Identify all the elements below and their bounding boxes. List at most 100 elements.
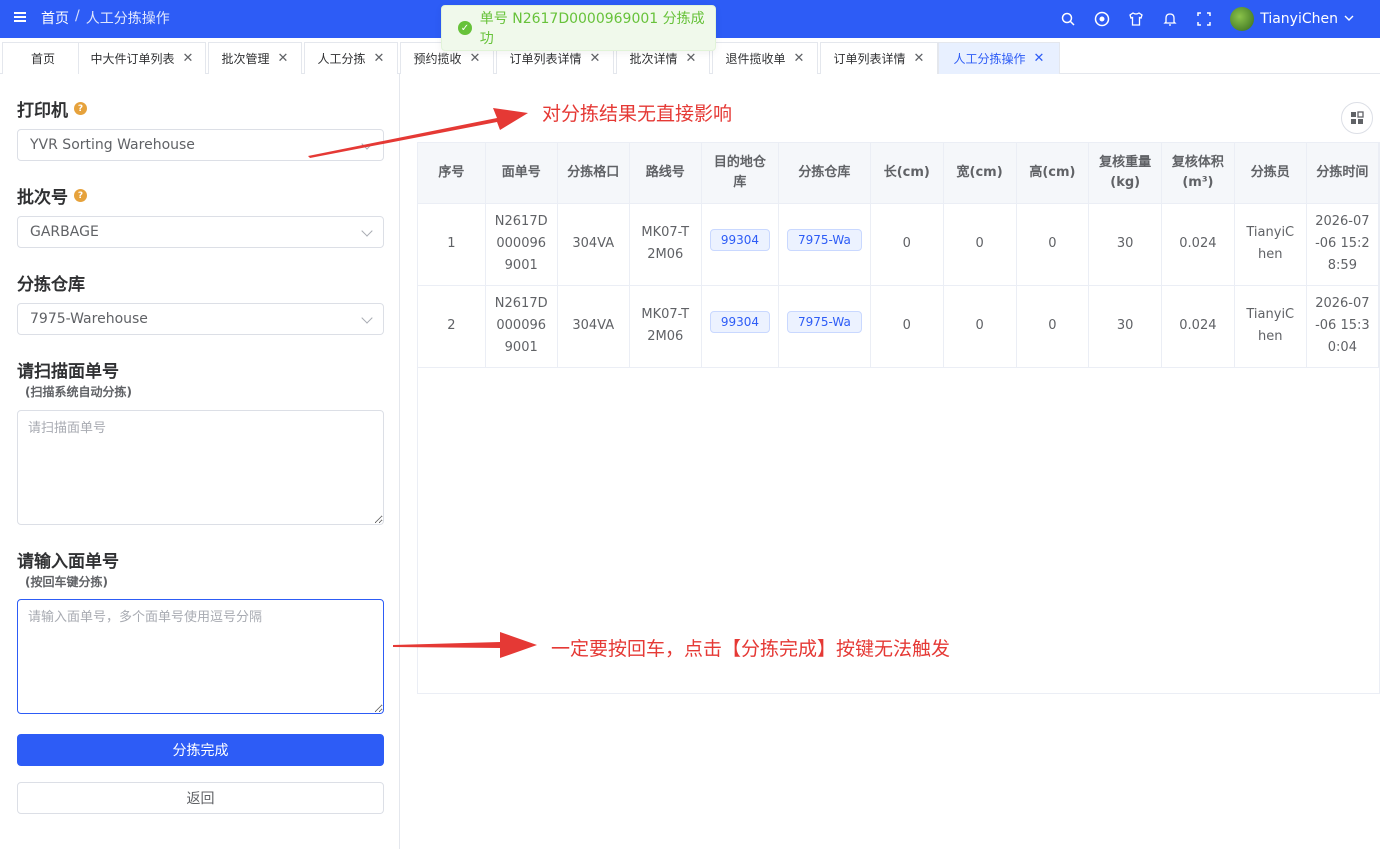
sort-complete-button[interactable]: 分拣完成	[17, 734, 384, 766]
sort-result-table: 序号 面单号 分拣格口 路线号 目的地仓库 分拣仓库 长(cm) 宽(cm) 高…	[417, 142, 1380, 694]
close-icon[interactable]: ✕	[183, 51, 194, 66]
column-settings-icon[interactable]	[1341, 102, 1373, 134]
column-header: 分拣时间	[1306, 143, 1379, 204]
batch-label: 批次号 ?	[17, 183, 87, 208]
waybill-input[interactable]	[17, 599, 384, 714]
annotation-note-1: 对分拣结果无直接影响	[542, 103, 733, 125]
tab-label: 预约揽收	[413, 52, 462, 66]
warehouse-value: 7975-Warehouse	[30, 311, 148, 327]
cell-route: MK07-T2M06	[629, 285, 702, 368]
warehouse-tag: 7975-Wa	[787, 311, 862, 333]
dest-tag: 99304	[709, 311, 770, 333]
theme-shirt-icon[interactable]	[1128, 11, 1144, 27]
warehouse-tag: 7975-Wa	[787, 229, 862, 251]
tab-label: 批次详情	[629, 52, 678, 66]
fullscreen-icon[interactable]	[1196, 11, 1212, 27]
column-header: 序号	[418, 143, 486, 204]
tab-label: 批次管理	[221, 52, 270, 66]
breadcrumb: 首页 / 人工分拣操作	[41, 8, 170, 28]
cell-sorter: TianyiChen	[1234, 285, 1307, 368]
printer-select[interactable]: YVR Sorting Warehouse	[17, 129, 384, 161]
cell-height: 0	[1016, 285, 1090, 368]
tab-label: 人工分拣	[317, 52, 366, 66]
column-header: 长(cm)	[870, 143, 944, 204]
scan-label: 请扫描面单号	[17, 362, 119, 382]
tab-manual-sort[interactable]: 人工分拣 ✕	[304, 42, 398, 74]
bell-icon[interactable]	[1162, 11, 1178, 27]
column-header-volume: 复核体积 (m³)	[1161, 143, 1235, 204]
close-icon[interactable]: ✕	[1034, 51, 1045, 66]
close-icon[interactable]: ✕	[278, 51, 289, 66]
warehouse-select[interactable]: 7975-Warehouse	[17, 303, 384, 335]
chevron-down-icon	[361, 225, 373, 237]
cell-warehouse: 7975-Wa	[778, 285, 871, 368]
warehouse-label-text: 分拣仓库	[17, 275, 85, 295]
column-header: 高(cm)	[1016, 143, 1090, 204]
chevron-down-icon	[361, 312, 373, 324]
github-icon[interactable]	[1094, 11, 1110, 27]
dest-tag: 99304	[709, 229, 770, 251]
cell-weight: 30	[1088, 285, 1163, 368]
cell-route: MK07-T2M06	[629, 203, 702, 286]
search-icon[interactable]	[1060, 11, 1076, 27]
batch-select[interactable]: GARBAGE	[17, 216, 384, 248]
close-icon[interactable]: ✕	[686, 51, 697, 66]
tab-label: 订单列表详情	[509, 52, 582, 66]
tab-label: 首页	[30, 52, 55, 66]
cell-index: 1	[418, 203, 486, 286]
tab-return-pickup[interactable]: 退件揽收单 ✕	[712, 42, 818, 74]
scan-waybill-input[interactable]	[17, 410, 384, 525]
printer-label: 打印机 ?	[17, 96, 87, 121]
question-icon[interactable]: ?	[74, 189, 87, 202]
cell-waybill: N2617D0000969001	[485, 203, 558, 286]
close-icon[interactable]: ✕	[914, 51, 925, 66]
tab-batch-management[interactable]: 批次管理 ✕	[208, 42, 302, 74]
close-icon[interactable]: ✕	[590, 51, 601, 66]
column-header: 分拣仓库	[778, 143, 871, 204]
breadcrumb-current: 人工分拣操作	[85, 11, 170, 27]
breadcrumb-home[interactable]: 首页	[41, 8, 69, 28]
cell-index: 2	[418, 285, 486, 368]
column-header: 路线号	[629, 143, 702, 204]
back-button[interactable]: 返回	[17, 782, 384, 814]
batch-value: GARBAGE	[30, 224, 99, 240]
cell-slot: 304VA	[557, 203, 630, 286]
breadcrumb-separator: /	[75, 8, 80, 24]
user-menu[interactable]: TianyiChen	[1230, 7, 1354, 31]
success-toast: ✓ 单号 N2617D0000969001 分拣成功	[441, 5, 716, 51]
cell-waybill: N2617D0000969001	[485, 285, 558, 368]
warehouse-label: 分拣仓库	[17, 270, 85, 295]
question-icon[interactable]: ?	[74, 102, 87, 115]
cell-weight: 30	[1088, 203, 1163, 286]
printer-value: YVR Sorting Warehouse	[30, 137, 195, 153]
close-icon[interactable]: ✕	[470, 51, 481, 66]
close-icon[interactable]: ✕	[374, 51, 385, 66]
cell-volume: 0.024	[1161, 203, 1235, 286]
volume-unit: (m³)	[1182, 174, 1214, 190]
column-header: 目的地仓库	[701, 143, 780, 204]
cell-slot: 304VA	[557, 285, 630, 368]
tab-large-order-list[interactable]: 中大件订单列表 ✕	[78, 42, 206, 74]
cell-dest: 99304	[701, 203, 780, 286]
avatar	[1230, 7, 1255, 31]
input-label: 请输入面单号	[17, 552, 119, 572]
tab-manual-sort-operation[interactable]: 人工分拣操作 ✕	[938, 42, 1060, 74]
chevron-down-icon	[1344, 11, 1354, 27]
check-circle-icon: ✓	[458, 21, 472, 35]
cell-warehouse: 7975-Wa	[778, 203, 871, 286]
cell-width: 0	[943, 285, 1017, 368]
table-row: 1 N2617D0000969001 304VA MK07-T2M06 9930…	[418, 203, 1379, 286]
close-icon[interactable]: ✕	[794, 51, 805, 66]
tab-home[interactable]: 首页	[2, 42, 84, 74]
column-header: 宽(cm)	[943, 143, 1017, 204]
column-header: 复核重量(kg)	[1088, 143, 1163, 204]
cell-volume: 0.024	[1161, 285, 1235, 368]
volume-header-text: 复核体积	[1171, 154, 1224, 170]
menu-toggle-icon[interactable]	[14, 12, 26, 22]
column-header: 分拣员	[1234, 143, 1307, 204]
annotation-note-2: 一定要按回车，点击【分拣完成】按键无法触发	[551, 638, 951, 660]
tab-order-detail-2[interactable]: 订单列表详情 ✕	[820, 42, 938, 74]
input-sublabel: (按回车键分拣)	[25, 575, 108, 589]
printer-label-text: 打印机	[17, 101, 68, 121]
tab-label: 人工分拣操作	[953, 52, 1026, 66]
